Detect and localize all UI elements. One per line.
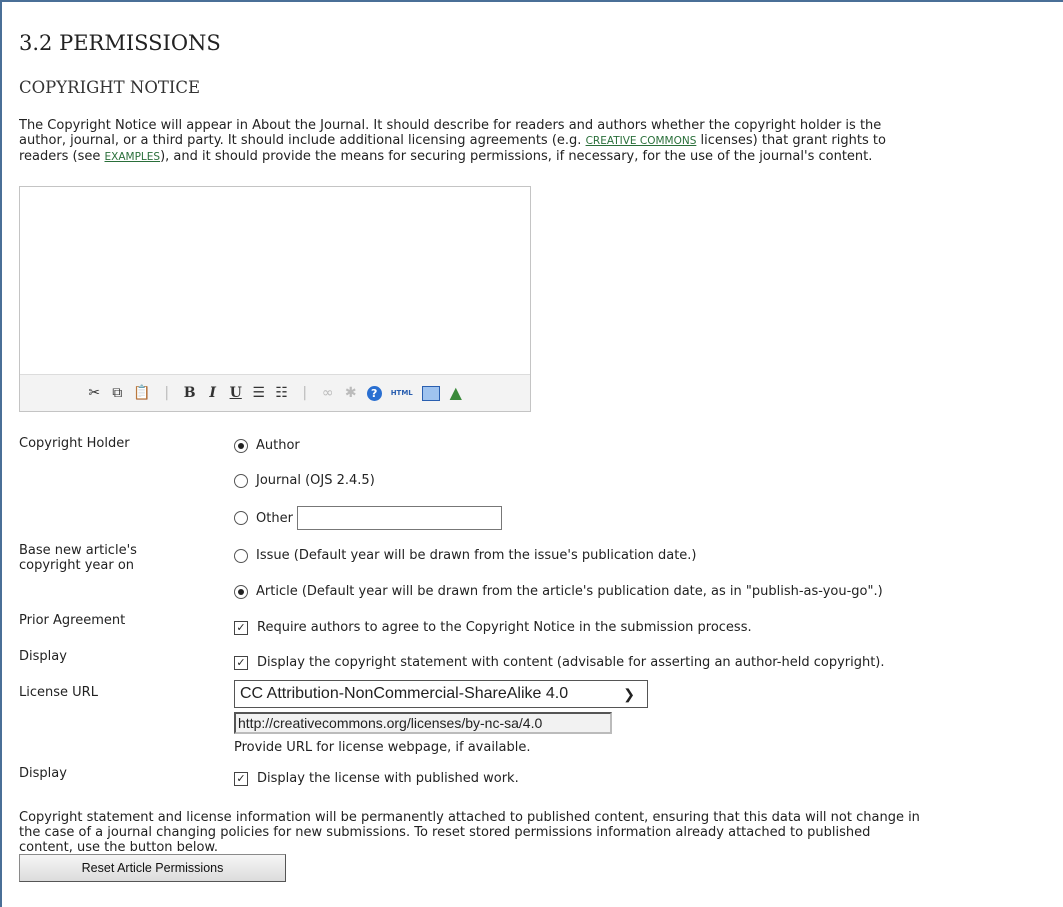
other-holder-input[interactable] [296, 506, 502, 530]
prior-agreement-label: Prior Agreement [19, 613, 126, 628]
copyright-notice-heading: COPYRIGHT NOTICE [19, 78, 201, 97]
display-copyright-checkbox[interactable]: ✓ [234, 655, 248, 670]
holder-journal-radio[interactable] [234, 473, 248, 488]
license-url-hint: Provide URL for license webpage, if avai… [234, 740, 531, 755]
unlink-icon[interactable]: ✱ [344, 385, 358, 401]
copyright-holder-label: Copyright Holder [19, 436, 130, 451]
editor-toolbar: ✂ ⧉ 📋 | B I U ☰ ☷ | ∞ ✱ ? HTML ▲ [20, 374, 530, 411]
prior-agreement-checkbox[interactable]: ✓ [234, 620, 248, 635]
display-license-checkbox[interactable]: ✓ [234, 771, 248, 786]
year-option-issue[interactable]: Issue (Default year will be drawn from t… [234, 548, 697, 563]
holder-option-author[interactable]: Author [234, 438, 300, 453]
link-icon[interactable]: ∞ [321, 385, 335, 401]
toolbar-separator: | [302, 385, 308, 401]
insert-image-icon[interactable]: ▲ [449, 385, 463, 401]
fullscreen-icon[interactable] [421, 385, 440, 401]
copyright-description: The Copyright Notice will appear in Abou… [19, 118, 886, 164]
numbered-list-icon[interactable]: ☷ [275, 385, 289, 401]
display-copyright-option[interactable]: ✓ Display the copyright statement with c… [234, 655, 885, 670]
license-url-label: License URL [19, 685, 98, 700]
holder-option-other[interactable]: Other [234, 506, 502, 530]
holder-option-journal[interactable]: Journal (OJS 2.4.5) [234, 473, 375, 488]
creative-commons-link[interactable]: CREATIVE COMMONS [586, 135, 697, 147]
display-license-label: Display [19, 766, 67, 781]
year-issue-radio[interactable] [234, 548, 248, 563]
year-article-radio[interactable] [234, 584, 248, 599]
editor-text-area[interactable] [20, 187, 530, 375]
display-copyright-label: Display [19, 649, 67, 664]
help-icon[interactable]: ? [366, 385, 382, 401]
bold-icon[interactable]: B [183, 385, 197, 401]
italic-icon[interactable]: I [206, 385, 220, 401]
prior-agreement-option[interactable]: ✓ Require authors to agree to the Copyri… [234, 620, 752, 635]
license-url-input[interactable]: http://creativecommons.org/licenses/by-n… [234, 712, 612, 734]
copyright-year-label: Base new article's copyright year on [19, 543, 137, 573]
top-border [0, 0, 1063, 2]
paste-icon[interactable]: 📋 [133, 385, 150, 401]
holder-author-radio[interactable] [234, 438, 248, 453]
chevron-down-icon: ❯ [623, 686, 635, 702]
copy-icon[interactable]: ⧉ [110, 385, 124, 401]
toolbar-separator: | [164, 385, 170, 401]
left-border [0, 0, 2, 907]
section-title: 3.2 PERMISSIONS [19, 31, 221, 55]
permissions-footer-text: Copyright statement and license informat… [19, 810, 920, 855]
license-select[interactable]: CC Attribution-NonCommercial-ShareAlike … [234, 680, 648, 708]
html-icon[interactable]: HTML [391, 385, 413, 401]
copyright-notice-editor: ✂ ⧉ 📋 | B I U ☰ ☷ | ∞ ✱ ? HTML ▲ [19, 186, 531, 412]
year-option-article[interactable]: Article (Default year will be drawn from… [234, 584, 883, 599]
examples-link[interactable]: EXAMPLES [105, 151, 161, 163]
underline-icon[interactable]: U [229, 385, 243, 401]
reset-article-permissions-button[interactable]: Reset Article Permissions [19, 854, 286, 882]
cut-icon[interactable]: ✂ [87, 385, 101, 401]
holder-other-radio[interactable] [234, 511, 248, 525]
display-license-option[interactable]: ✓ Display the license with published wor… [234, 771, 519, 786]
bullet-list-icon[interactable]: ☰ [252, 385, 266, 401]
